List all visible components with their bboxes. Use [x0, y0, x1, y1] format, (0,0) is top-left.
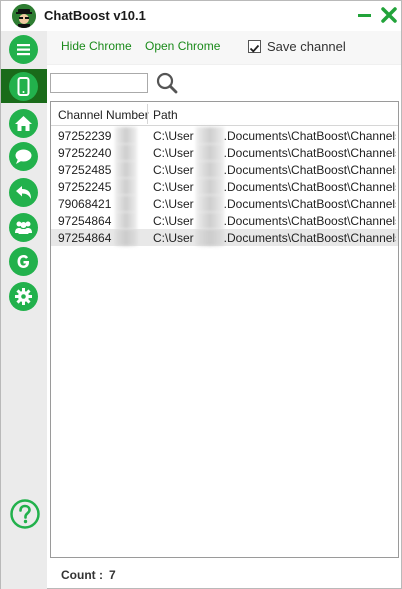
table-row[interactable]: 97252240 C:\User .Documents\ChatBoost\Cha…: [51, 144, 398, 161]
table-row[interactable]: 97252485 C:\User .Documents\ChatBoost\Cha…: [51, 161, 398, 178]
redaction-blur: [196, 144, 224, 161]
redaction-blur: [196, 178, 224, 195]
search-icon: [156, 72, 178, 94]
redaction-blur: [115, 127, 137, 144]
title-bar: ChatBoost v10.1: [1, 1, 401, 31]
phone-icon: [17, 77, 30, 96]
home-icon: [15, 116, 32, 131]
search-button[interactable]: [155, 71, 179, 95]
help-icon: [10, 499, 40, 529]
redaction-blur: [196, 127, 224, 144]
app-logo-icon: [12, 4, 36, 28]
minimize-button[interactable]: [354, 4, 376, 26]
channel-table[interactable]: Channel Number Path 97252239 C:\User .Doc…: [50, 101, 399, 558]
column-header-channel-number[interactable]: Channel Number: [58, 108, 149, 122]
chat-icon: [15, 149, 32, 164]
close-icon: [381, 7, 397, 23]
redaction-blur: [115, 178, 137, 195]
path-cell: C:\User .Documents\ChatBoost\Channels...: [153, 146, 396, 160]
redaction-blur: [115, 229, 137, 246]
help-button[interactable]: [9, 498, 41, 530]
menu-icon: [17, 44, 30, 56]
redaction-blur: [115, 144, 137, 161]
sidebar-item-home[interactable]: [9, 109, 38, 138]
gear-icon: [15, 288, 32, 305]
save-channel-checkbox[interactable]: [248, 40, 261, 53]
count-label: Count :: [61, 568, 103, 582]
toolbar: Hide Chrome Open Chrome: [47, 31, 401, 65]
redaction-blur: [196, 161, 224, 178]
sidebar-item-menu[interactable]: [9, 35, 38, 64]
open-chrome-button[interactable]: Open Chrome: [145, 39, 220, 53]
redaction-blur: [115, 161, 137, 178]
path-cell: C:\User .Documents\ChatBoost\Channels...: [153, 214, 396, 228]
save-channel-label[interactable]: Save channel: [267, 39, 346, 54]
users-icon: [15, 221, 32, 234]
redaction-blur: [196, 212, 224, 229]
table-header: Channel Number Path: [51, 102, 398, 126]
table-row[interactable]: 97252245 C:\User .Documents\ChatBoost\Cha…: [51, 178, 398, 195]
hide-chrome-button[interactable]: Hide Chrome: [61, 39, 132, 53]
table-row[interactable]: 79068421 C:\User .Documents\ChatBoost\Cha…: [51, 195, 398, 212]
sidebar-item-settings[interactable]: [9, 282, 38, 311]
close-button[interactable]: [378, 4, 400, 26]
count-value: 7: [109, 568, 116, 582]
column-header-path[interactable]: Path: [153, 108, 178, 122]
sidebar-item-reply[interactable]: [9, 178, 38, 207]
search-input[interactable]: [50, 73, 148, 93]
sidebar-item-phone[interactable]: [9, 72, 38, 101]
path-cell: C:\User .Documents\ChatBoost\Channels...: [153, 197, 396, 211]
table-row[interactable]: 97252239 C:\User .Documents\ChatBoost\Cha…: [51, 127, 398, 144]
reply-icon: [16, 186, 31, 199]
column-divider[interactable]: [147, 104, 148, 124]
minimize-icon: [358, 14, 371, 17]
table-row[interactable]: 97254864 C:\User .Documents\ChatBoost\Cha…: [51, 212, 398, 229]
path-cell: C:\User .Documents\ChatBoost\Channels...: [153, 180, 396, 194]
sidebar-item-chat[interactable]: [9, 142, 38, 171]
redaction-blur: [115, 212, 137, 229]
path-cell: C:\User .Documents\ChatBoost\Channels...: [153, 163, 396, 177]
sidebar: [1, 31, 47, 589]
path-cell: C:\User .Documents\ChatBoost\Channels...: [153, 231, 396, 245]
redaction-blur: [196, 195, 224, 212]
g-icon: [17, 255, 29, 268]
app-window: ChatBoost v10.1 Hide Chrome Open Chrome …: [0, 0, 402, 589]
redaction-blur: [115, 195, 137, 212]
checkmark-icon: [249, 44, 260, 53]
path-cell: C:\User .Documents\ChatBoost\Channels...: [153, 129, 396, 143]
table-row-selected[interactable]: 97254864 C:\User .Documents\ChatBoost\Cha…: [51, 229, 398, 246]
sidebar-item-users[interactable]: [9, 213, 38, 242]
redaction-blur: [196, 229, 224, 246]
app-title: ChatBoost v10.1: [44, 8, 146, 23]
sidebar-item-g[interactable]: [9, 247, 38, 276]
